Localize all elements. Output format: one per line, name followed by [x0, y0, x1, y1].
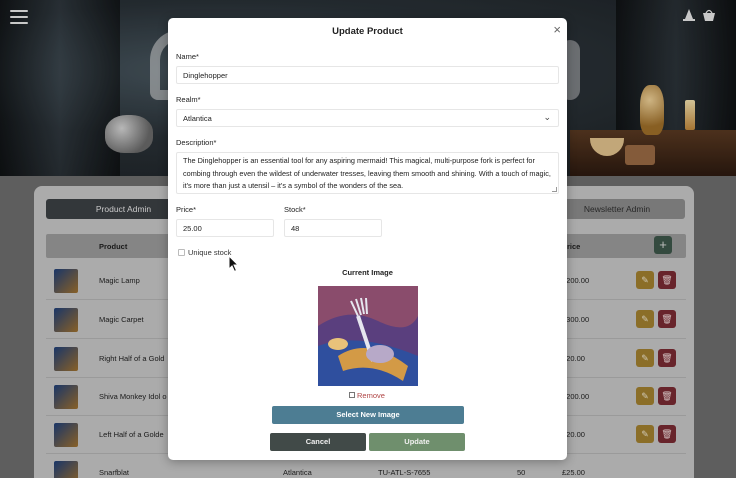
remove-image-label[interactable]: Remove — [357, 391, 385, 400]
stock-input[interactable]: 48 — [284, 219, 382, 237]
product-image — [318, 286, 418, 386]
remove-image-checkbox[interactable] — [349, 392, 355, 398]
close-icon[interactable]: × — [553, 23, 561, 37]
stock-label: Stock* — [284, 205, 306, 214]
update-product-modal: Update Product × Name* Dinglehopper Real… — [168, 18, 567, 460]
price-label: Price* — [176, 205, 197, 214]
cancel-button[interactable]: Cancel — [270, 433, 366, 451]
resize-handle-icon[interactable] — [552, 187, 557, 192]
chevron-down-icon: ⌄ — [543, 112, 551, 122]
description-label: Description* — [176, 138, 217, 147]
name-input[interactable]: Dinglehopper — [176, 66, 559, 84]
price-input[interactable]: 25.00 — [176, 219, 274, 237]
unique-stock-label: Unique stock — [188, 248, 232, 257]
description-textarea[interactable]: The Dinglehopper is an essential tool fo… — [176, 152, 559, 194]
modal-title: Update Product — [332, 26, 403, 37]
unique-stock-checkbox[interactable] — [178, 249, 185, 256]
mouse-pointer-icon — [228, 254, 240, 273]
realm-label: Realm* — [176, 95, 201, 104]
select-new-image-button[interactable]: Select New Image — [272, 406, 464, 424]
update-button[interactable]: Update — [369, 433, 465, 451]
description-text: The Dinglehopper is an essential tool fo… — [183, 156, 551, 190]
realm-select-value: Atlantica — [183, 114, 212, 123]
realm-select[interactable]: Atlantica ⌄ — [176, 109, 559, 127]
name-label: Name* — [176, 52, 199, 61]
